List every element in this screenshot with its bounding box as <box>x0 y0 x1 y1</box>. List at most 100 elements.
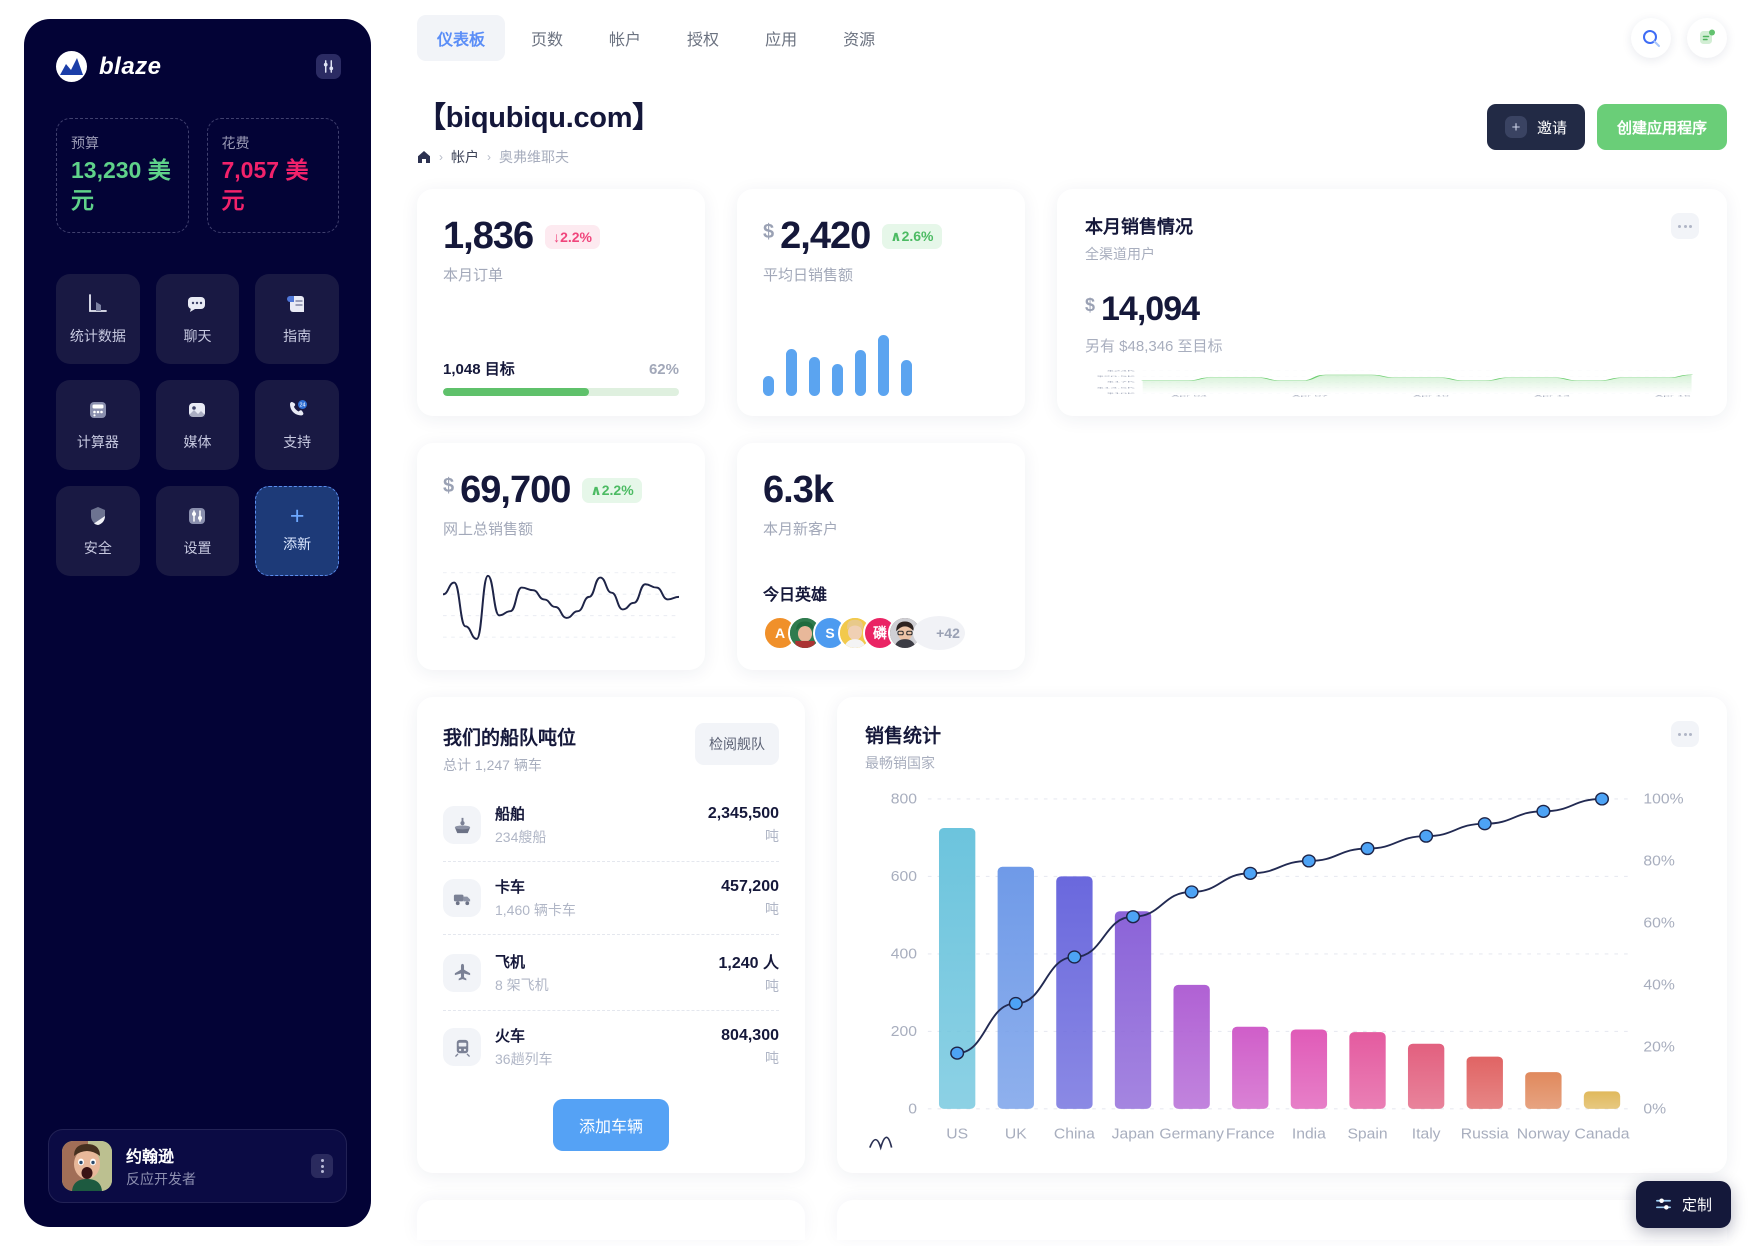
page-header: 【biqubiqu.com】 › 帐户 › 奥弗维耶夫 + 邀请 创建应用程序 <box>417 76 1727 167</box>
fleet-row-desc: 234艘船 <box>495 829 547 845</box>
svg-text:400: 400 <box>891 946 917 962</box>
fleet-row-right: 804,300 吨 <box>721 1027 779 1068</box>
online-value-row: $ 69,700 ∧2.2% <box>443 469 679 512</box>
daily-currency: $ <box>763 221 775 243</box>
plane-icon <box>443 953 481 992</box>
monthly-sales-menu-button[interactable] <box>1671 213 1699 239</box>
svg-text:Japan: Japan <box>1112 1126 1155 1142</box>
search-button[interactable] <box>1631 18 1671 58</box>
brand[interactable]: blaze <box>56 51 162 82</box>
orders-value-row: 1,836 ↓2.2% <box>443 215 679 258</box>
svg-text:$17K: $17K <box>1107 381 1136 383</box>
app-root: blaze 预算 13,230 美元 花费 7,057 美元 统计数据 聊天 指… <box>0 0 1753 1246</box>
tile-support[interactable]: 24 支持 <box>255 379 339 470</box>
svg-text:$24K: $24K <box>1107 370 1136 372</box>
tile-security[interactable]: 安全 <box>56 485 140 576</box>
hero-avatar-more-count[interactable]: +42 <box>913 616 965 650</box>
tile-stats[interactable]: 统计数据 <box>56 273 140 364</box>
svg-text:80%: 80% <box>1643 853 1675 869</box>
orders-goal-percent: 62% <box>648 361 679 378</box>
add-vehicle-button[interactable]: 添加车辆 <box>552 1099 669 1151</box>
tab-pages[interactable]: 页数 <box>511 15 583 61</box>
fleet-row-text: 飞机 8 架飞机 <box>495 951 549 995</box>
tab-dashboard[interactable]: 仪表板 <box>417 15 506 61</box>
table-row[interactable]: 卡车 1,460 辆卡车 457,200 吨 <box>443 861 779 934</box>
tile-label: 指南 <box>283 328 312 345</box>
svg-text:Apr 16: Apr 16 <box>1655 395 1691 397</box>
notes-button[interactable] <box>1687 18 1727 58</box>
review-fleet-button[interactable]: 检阅舰队 <box>695 723 779 765</box>
kebab-icon-dot <box>320 1164 324 1168</box>
svg-text:40%: 40% <box>1643 977 1675 993</box>
user-meta: 约翰逊 反应开发者 <box>126 1143 297 1189</box>
pareto-menu-button[interactable] <box>1671 721 1699 747</box>
tile-label: 计算器 <box>76 434 119 451</box>
tab-authorization[interactable]: 授权 <box>667 15 739 61</box>
fleet-row-right: 457,200 吨 <box>721 878 779 919</box>
table-row[interactable]: 船舶 234艘船 2,345,500 吨 <box>443 789 779 861</box>
fleet-row-text: 火车 36趟列车 <box>495 1025 553 1069</box>
customers-subtitle: 本月新客户 <box>763 521 839 538</box>
tab-accounts[interactable]: 帐户 <box>589 15 661 61</box>
tile-guide[interactable]: 指南 <box>255 273 339 364</box>
dots-icon-dot <box>1678 732 1681 736</box>
online-sparkline-chart <box>443 547 679 650</box>
pareto-chart: 0 200 400 600 800 0% 20% 40% 60% 80% 100% US UK China… <box>865 783 1699 1159</box>
daily-minibar <box>855 349 866 396</box>
sidebar-settings-button[interactable] <box>316 54 341 79</box>
tile-chat[interactable]: 聊天 <box>155 273 240 364</box>
tile-add-new[interactable]: + 添新 <box>255 485 339 576</box>
daily-minibar <box>809 357 820 396</box>
invite-button[interactable]: + 邀请 <box>1486 104 1585 150</box>
tile-label: 设置 <box>183 540 212 557</box>
content-row-3: 我们的船队吨位 总计 1,247 辆车 检阅舰队 船舶 234艘船 2,345,… <box>417 697 1727 1173</box>
fleet-row-name: 火车 <box>495 1028 526 1045</box>
orders-progress-fill <box>443 388 590 396</box>
pareto-subtitle: 最畅销国家 <box>865 755 935 771</box>
tab-apps[interactable]: 应用 <box>745 15 817 61</box>
calculator-icon <box>85 397 111 423</box>
breadcrumb-item-accounts[interactable]: 帐户 <box>451 147 479 167</box>
svg-text:US: US <box>946 1126 968 1142</box>
orders-goal: 1,048 目标 62% <box>443 358 679 396</box>
dots-icon-dot <box>1689 224 1692 228</box>
svg-text:Russia: Russia <box>1461 1126 1510 1142</box>
daily-minibar-chart <box>763 320 999 396</box>
sidebar-user-card[interactable]: 约翰逊 反应开发者 <box>48 1129 347 1203</box>
home-icon[interactable] <box>417 150 431 164</box>
fleet-row-value: 2,345,500 <box>707 804 779 822</box>
breadcrumb-item-current[interactable]: 奥弗维耶夫 <box>499 147 569 167</box>
customers-value: 6.3k <box>763 469 834 511</box>
fleet-subtitle: 总计 1,247 辆车 <box>443 757 542 773</box>
sidebar-tile-grid: 统计数据 聊天 指南 计算器 媒体 24 支持 安全 设置 + 添新 <box>24 233 371 576</box>
svg-text:Apr 13: Apr 13 <box>1534 395 1570 397</box>
card-partial-left <box>417 1200 805 1240</box>
svg-text:Spain: Spain <box>1347 1126 1387 1142</box>
stat-budget-label: 预算 <box>71 135 99 151</box>
daily-delta-badge: ∧2.6% <box>882 224 942 249</box>
user-menu-button[interactable] <box>311 1154 333 1178</box>
orders-progress-track <box>443 388 679 396</box>
svg-text:UK: UK <box>1005 1126 1027 1142</box>
table-row[interactable]: 火车 36趟列车 804,300 吨 <box>443 1010 779 1083</box>
create-app-button[interactable]: 创建应用程序 <box>1596 104 1727 150</box>
table-row[interactable]: 飞机 8 架飞机 1,240 人 吨 <box>443 934 779 1010</box>
tile-media[interactable]: 媒体 <box>155 379 240 470</box>
fleet-row-unit: 吨 <box>765 827 779 844</box>
fleet-row-right: 2,345,500 吨 <box>708 805 779 846</box>
svg-text:China: China <box>1054 1126 1096 1142</box>
customize-button[interactable]: 定制 <box>1635 1181 1731 1228</box>
plus-icon: + <box>289 502 305 531</box>
dots-icon-dot <box>1689 732 1692 736</box>
sliders-icon <box>184 503 210 529</box>
svg-text:Norway: Norway <box>1517 1126 1571 1142</box>
tile-settings[interactable]: 设置 <box>155 485 240 576</box>
stat-budget-value: 13,230 美元 <box>71 157 171 213</box>
tab-resources[interactable]: 资源 <box>823 15 895 61</box>
monthly-sales-area-chart: $24K $20.5K $17K $13.5K $10K Apr 04 Apr 07 Apr … <box>1085 370 1699 398</box>
heroes-avatar-group: A S 磷 +42 <box>763 616 999 650</box>
sidebar-header: blaze <box>24 19 371 82</box>
kebab-icon-dot <box>320 1170 324 1173</box>
tile-calculator[interactable]: 计算器 <box>56 379 140 470</box>
monthly-sales-currency: $ <box>1085 295 1096 315</box>
